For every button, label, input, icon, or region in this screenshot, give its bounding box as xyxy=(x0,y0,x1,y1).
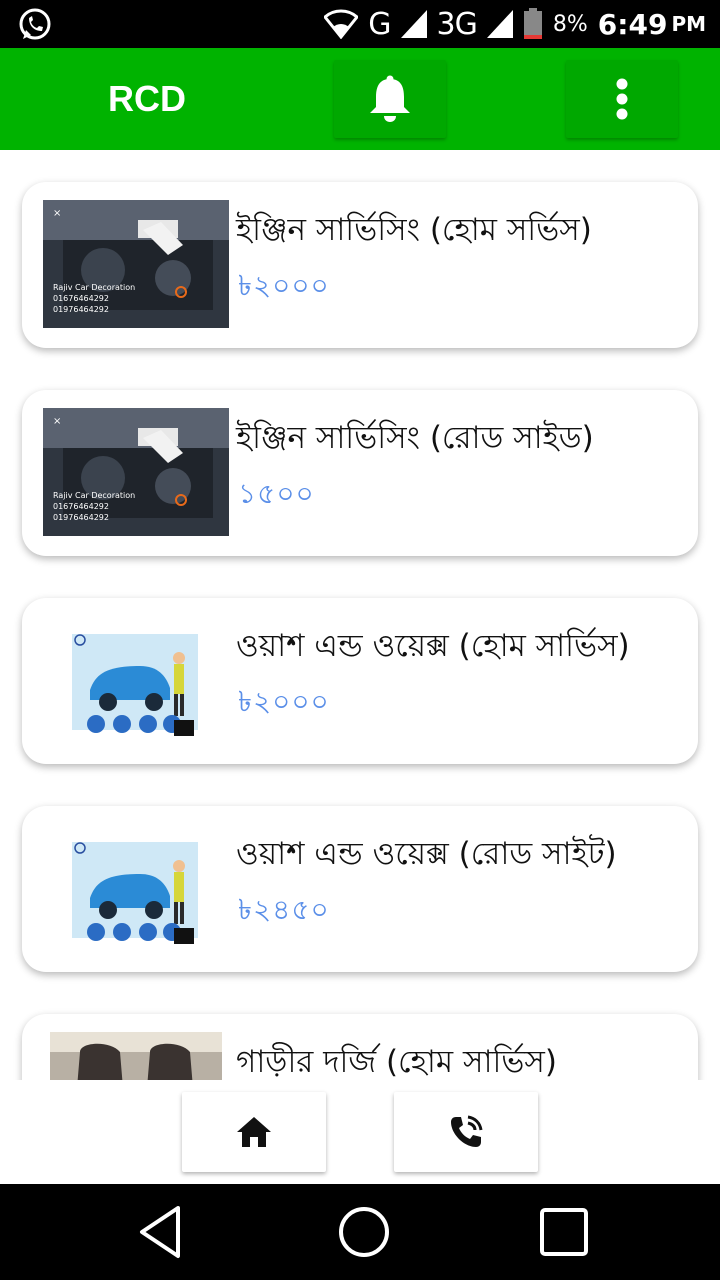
network-type-2: 3G xyxy=(436,6,478,42)
app-bar: RCD xyxy=(0,48,720,150)
service-price: ৳২৪৫০ xyxy=(238,893,330,926)
screen: G 3G 8% 6:49 PM RCD × Rajiv Car Decorati… xyxy=(0,0,720,1280)
bottom-action-bar xyxy=(0,1080,720,1184)
service-thumbnail xyxy=(70,828,200,944)
clock: 6:49 xyxy=(597,7,668,41)
service-thumbnail xyxy=(50,1032,222,1080)
service-title: গাড়ীর দর্জি (হোম সার্ভিস) xyxy=(236,1044,557,1080)
home-nav-icon[interactable] xyxy=(336,1204,392,1260)
wifi-icon xyxy=(324,9,359,39)
status-bar: G 3G 8% 6:49 PM xyxy=(0,0,720,48)
svg-text:01676464292: 01676464292 xyxy=(53,502,109,511)
clock-ampm: PM xyxy=(671,12,706,36)
overflow-menu-button[interactable] xyxy=(566,60,678,138)
svg-text:Rajiv Car Decoration: Rajiv Car Decoration xyxy=(53,491,135,500)
service-title: ওয়াশ এন্ড ওয়েক্স (রোড সাইট) xyxy=(236,836,617,872)
service-card[interactable]: ওয়াশ এন্ড ওয়েক্স (হোম সার্ভিস) ৳২০০০ xyxy=(22,598,698,764)
service-price: ৳২০০০ xyxy=(238,685,330,718)
network-type: G xyxy=(368,6,391,42)
svg-text:01976464292: 01976464292 xyxy=(53,513,109,522)
service-price: ১৫০০ xyxy=(238,477,315,510)
service-thumbnail: × Rajiv Car Decoration 01676464292 01976… xyxy=(43,408,229,536)
phone-call-icon xyxy=(451,1115,483,1147)
whatsapp-icon xyxy=(19,8,51,40)
service-card[interactable]: × Rajiv Car Decoration 01676464292 01976… xyxy=(22,182,698,348)
service-thumbnail: × Rajiv Car Decoration 01676464292 01976… xyxy=(43,200,229,328)
service-card[interactable]: গাড়ীর দর্জি (হোম সার্ভিস) xyxy=(22,1014,698,1080)
service-title: ওয়াশ এন্ড ওয়েক্স (হোম সার্ভিস) xyxy=(236,628,630,664)
recent-apps-icon[interactable] xyxy=(536,1204,592,1260)
bell-icon xyxy=(370,75,410,122)
service-title: ইঞ্জিন সার্ভিসিং (হোম সর্ভিস) xyxy=(236,212,592,248)
svg-text:01676464292: 01676464292 xyxy=(53,294,109,303)
battery-percent: 8% xyxy=(552,11,588,37)
svg-text:01976464292: 01976464292 xyxy=(53,305,109,314)
service-price: ৳২০০০ xyxy=(238,269,330,302)
system-nav-bar xyxy=(0,1184,720,1280)
signal-icon-2 xyxy=(486,10,513,38)
call-button[interactable] xyxy=(394,1092,538,1172)
back-icon[interactable] xyxy=(134,1204,190,1260)
svg-text:×: × xyxy=(53,208,61,219)
home-icon xyxy=(237,1117,271,1147)
service-thumbnail xyxy=(70,620,200,736)
signal-icon xyxy=(400,10,427,38)
service-card[interactable]: × Rajiv Car Decoration 01676464292 01976… xyxy=(22,390,698,556)
svg-text:Rajiv Car Decoration: Rajiv Car Decoration xyxy=(53,283,135,292)
battery-icon xyxy=(523,8,542,39)
home-button[interactable] xyxy=(182,1092,326,1172)
more-vert-icon xyxy=(616,78,628,120)
service-list[interactable]: × Rajiv Car Decoration 01676464292 01976… xyxy=(0,150,720,1080)
notifications-button[interactable] xyxy=(334,60,446,138)
app-title: RCD xyxy=(108,78,186,119)
service-title: ইঞ্জিন সার্ভিসিং (রোড সাইড) xyxy=(236,420,594,456)
service-card[interactable]: ওয়াশ এন্ড ওয়েক্স (রোড সাইট) ৳২৪৫০ xyxy=(22,806,698,972)
svg-text:×: × xyxy=(53,416,61,427)
